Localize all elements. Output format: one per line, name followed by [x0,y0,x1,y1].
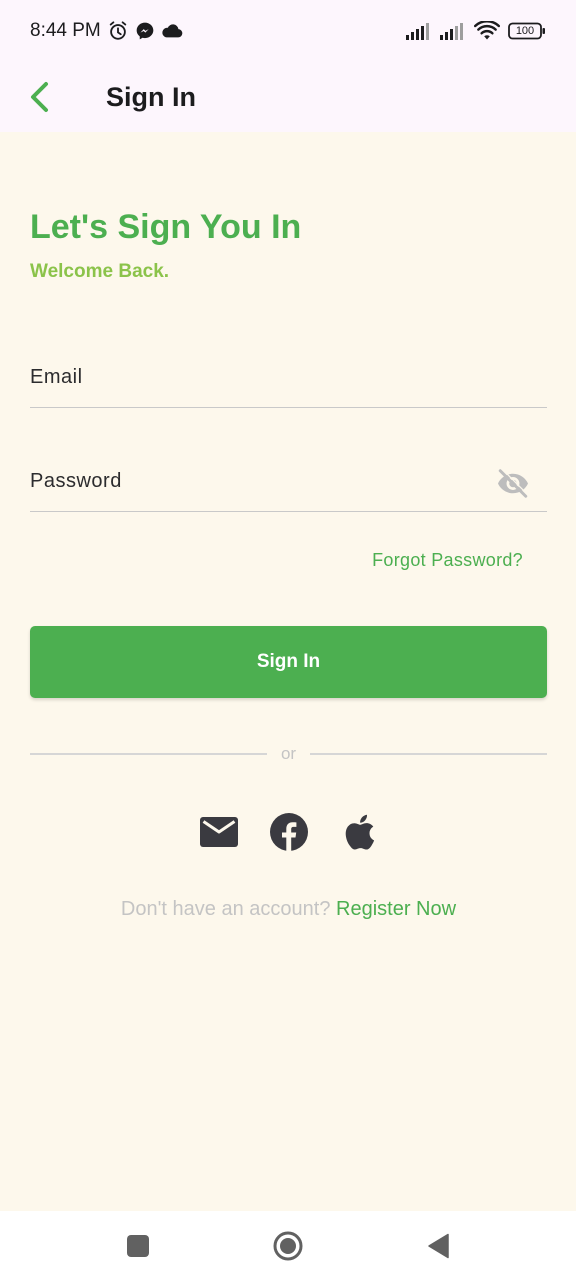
facebook-login-button[interactable] [269,812,308,852]
register-prompt: Don't have an account? [120,898,331,920]
mail-icon [199,817,238,847]
messenger-icon [136,22,154,40]
status-time: 8:44 PM [30,20,101,41]
divider-text: or [280,744,297,763]
cloud-icon [162,24,183,38]
system-nav-bar [0,1211,576,1280]
password-visibility-toggle[interactable] [495,464,531,500]
divider-line-right [310,753,547,755]
apple-login-button[interactable] [340,812,378,852]
page-title: Sign In [106,81,196,112]
email-field-container [30,348,547,408]
alarm-icon [109,21,127,40]
headline: Let's Sign You In [30,208,302,246]
divider-line-left [30,753,267,755]
app-bar: Sign In [0,62,576,132]
facebook-icon [269,813,308,851]
home-button[interactable] [268,1226,308,1266]
email-field[interactable] [30,348,547,407]
system-back-button[interactable] [418,1226,458,1266]
back-triangle-icon [428,1233,449,1258]
battery-icon: 100 [508,22,546,40]
password-field[interactable] [30,452,547,511]
apple-icon [345,814,374,850]
register-row: Don't have an account? Register Now [30,898,547,921]
chevron-left-icon [31,82,48,112]
recents-button[interactable] [118,1226,158,1266]
wifi-icon [474,21,500,40]
sign-in-button[interactable]: Sign In [30,626,547,698]
back-button[interactable] [10,67,70,127]
register-now-link[interactable]: Register Now [336,898,456,920]
email-login-button[interactable] [199,812,238,852]
recents-square-icon [127,1234,149,1257]
social-login-row [30,812,547,852]
eye-off-icon [498,468,529,498]
home-circle-icon [273,1231,303,1260]
sign-in-screen: 8:44 PM 100 Sign In Let's Sign You In We… [0,0,576,1280]
or-divider: or [30,744,547,764]
battery-level: 100 [515,25,535,37]
forgot-password-link[interactable]: Forgot Password? [372,550,523,571]
password-field-container [30,452,547,512]
signal-icon [406,23,429,40]
subhead: Welcome Back. [30,261,170,282]
status-bar: 8:44 PM 100 [0,0,576,62]
signal-icon [440,23,463,40]
